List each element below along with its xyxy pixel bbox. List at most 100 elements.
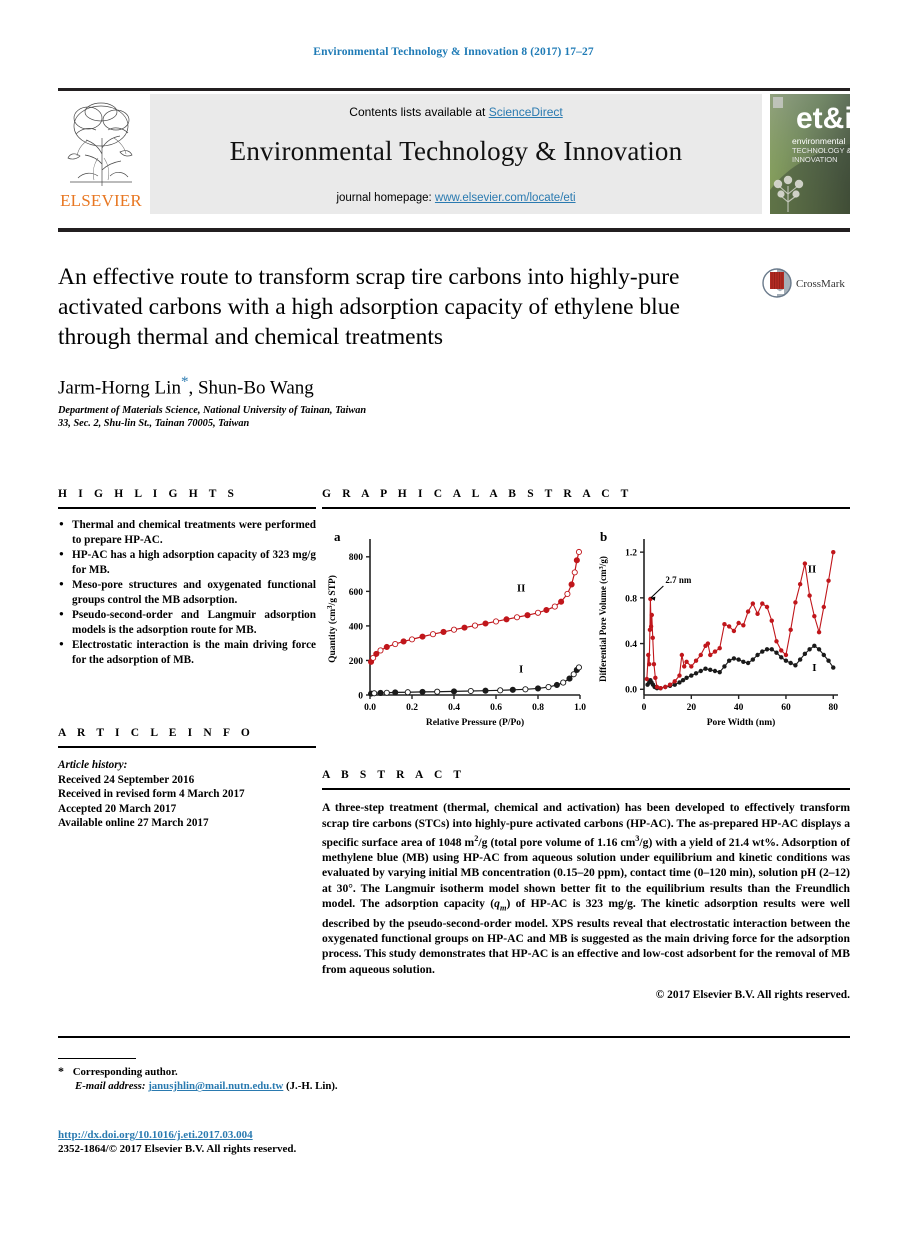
issn-copyright-line: 2352-1864/© 2017 Elsevier B.V. All right… (58, 1143, 297, 1155)
svg-text:0.0: 0.0 (625, 686, 637, 696)
abstract-rule (322, 788, 850, 791)
masthead-bottom-rule (58, 228, 850, 232)
abstract-heading: A B S T R A C T (322, 769, 466, 782)
email-link[interactable]: janusjhlin@mail.nutn.edu.tw (148, 1080, 283, 1092)
chart-panel-a: 0 200 400 600 800 0.0 0.2 0.4 0.6 0.8 1.0 II I Relati… (322, 519, 590, 742)
left-column: H I G H L I G H T S Thermal and chemical… (58, 488, 316, 831)
article-info-heading: A R T I C L E I N F O (58, 727, 254, 740)
svg-text:60: 60 (781, 703, 791, 713)
list-item: Meso-pore structures and oxygenated func… (58, 577, 316, 607)
svg-text:TECHNOLOGY &: TECHNOLOGY & (792, 146, 850, 155)
svg-text:Relative Pressure (P/Po): Relative Pressure (P/Po) (426, 717, 524, 728)
abstract-text: A three-step treatment (thermal, chemica… (322, 801, 850, 976)
svg-text:2.7 nm: 2.7 nm (665, 575, 692, 585)
abstract-section: A B S T R A C T A three-step treatment (… (322, 769, 850, 1001)
list-item: Pseudo-second-order and Langmuir adsorpt… (58, 607, 316, 637)
author-primary: Jarm-Horng Lin (58, 377, 181, 399)
masthead-top-rule (58, 88, 850, 91)
article-first-page: Environmental Technology & Innovation 8 … (0, 0, 907, 1238)
footer-rule (58, 1036, 850, 1039)
svg-text:a: a (334, 529, 341, 544)
homepage-line: journal homepage: www.elsevier.com/locat… (150, 192, 762, 204)
list-item: HP-AC has a high adsorption capacity of … (58, 547, 316, 577)
author-list: Jarm-Horng Lin*, Shun-Bo Wang (58, 374, 758, 399)
svg-text:0.4: 0.4 (625, 640, 637, 650)
svg-text:80: 80 (829, 703, 839, 713)
svg-text:et&i: et&i (796, 102, 850, 135)
svg-text:40: 40 (734, 703, 744, 713)
svg-text:0.8: 0.8 (625, 594, 637, 604)
elsevier-tree-icon (58, 94, 144, 190)
svg-text:Pore Width (nm): Pore Width (nm) (707, 717, 776, 728)
highlights-heading: H I G H L I G H T S (58, 488, 239, 500)
graphical-abstract-heading: G R A P H I C A L A B S T R A C T (322, 488, 633, 500)
affiliation-line-1: Department of Materials Science, Nationa… (58, 405, 367, 417)
homepage-prefix: journal homepage: (336, 192, 435, 204)
list-item: Electrostatic interaction is the main dr… (58, 637, 316, 667)
doi-link[interactable]: http://dx.doi.org/10.1016/j.eti.2017.03.… (58, 1129, 253, 1141)
svg-text:INNOVATION: INNOVATION (792, 155, 838, 164)
footnote-rule (58, 1058, 136, 1060)
article-info-rule (58, 746, 316, 749)
svg-text:Quantity (cm3/g STP): Quantity (cm3/g STP) (327, 575, 339, 663)
article-history-label: Article history: (58, 759, 128, 772)
contents-prefix: Contents lists available at (349, 105, 489, 119)
right-column: G R A P H I C A L A B S T R A C T 0 200 40… (322, 488, 850, 1001)
footnote-corresponding: * Corresponding author. (58, 1064, 558, 1079)
elsevier-logo: ELSEVIER (58, 94, 144, 216)
journal-homepage-link[interactable]: www.elsevier.com/locate/eti (435, 192, 576, 204)
highlights-rule (58, 507, 316, 510)
svg-text:0.2: 0.2 (406, 703, 418, 713)
svg-text:0.6: 0.6 (490, 703, 502, 713)
affiliation-line-2: 33, Sec. 2, Shu-lin St., Tainan 70005, T… (58, 418, 250, 430)
crossmark-icon (762, 268, 792, 298)
crossmark-badge[interactable]: CrossMark (762, 268, 848, 302)
svg-text:800: 800 (349, 553, 364, 563)
history-online: Available online 27 March 2017 (58, 817, 209, 830)
doi-block: http://dx.doi.org/10.1016/j.eti.2017.03.… (58, 1128, 296, 1156)
contents-line: Contents lists available at ScienceDirec… (150, 94, 762, 119)
svg-text:20: 20 (687, 703, 697, 713)
corresponding-author-footnote: * Corresponding author. E-mail address: … (58, 1058, 558, 1093)
svg-text:400: 400 (349, 622, 364, 632)
svg-text:0.8: 0.8 (532, 703, 544, 713)
highlights-list: Thermal and chemical treatments were per… (58, 517, 316, 667)
sciencedirect-link[interactable]: ScienceDirect (489, 105, 563, 119)
footnote-email-row: E-mail address: janusjhlin@mail.nutn.edu… (58, 1079, 558, 1093)
history-accepted: Accepted 20 March 2017 (58, 802, 177, 815)
article-info-section: A R T I C L E I N F O Article history: R… (58, 727, 316, 831)
svg-text:II: II (808, 564, 817, 576)
svg-text:0.0: 0.0 (364, 703, 376, 713)
svg-text:I: I (812, 662, 816, 674)
email-label: E-mail address: (75, 1080, 146, 1093)
svg-text:b: b (600, 529, 607, 544)
footnote-corresponding-text: Corresponding author. (72, 1066, 178, 1079)
email-attribution: (J.-H. Lin). (286, 1080, 338, 1093)
title-block: An effective route to transform scrap ti… (58, 262, 758, 430)
graphical-abstract-rule (322, 507, 850, 510)
svg-text:0.4: 0.4 (448, 703, 460, 713)
svg-text:1.2: 1.2 (625, 549, 637, 559)
list-item: Thermal and chemical treatments were per… (58, 517, 316, 547)
article-history: Article history: Received 24 September 2… (58, 758, 316, 831)
svg-text:II: II (517, 583, 526, 595)
svg-text:environmental: environmental (792, 136, 846, 146)
history-revised: Received in revised form 4 March 2017 (58, 788, 245, 801)
elsevier-wordmark: ELSEVIER (60, 191, 142, 210)
svg-text:I: I (519, 664, 523, 676)
svg-text:200: 200 (349, 657, 364, 667)
history-received: Received 24 September 2016 (58, 773, 195, 786)
journal-masthead: ELSEVIER Contents lists available at Sci… (58, 92, 850, 218)
crossmark-label: CrossMark (796, 278, 845, 290)
journal-cover-thumbnail: et&i environmental TECHNOLOGY & INNOVATI… (770, 94, 850, 214)
page-title: An effective route to transform scrap ti… (58, 264, 680, 350)
svg-text:1.0: 1.0 (574, 703, 586, 713)
graphical-abstract-figure: 0 200 400 600 800 0.0 0.2 0.4 0.6 0.8 1.0 II I Relati… (322, 519, 850, 742)
svg-text:0: 0 (642, 703, 647, 713)
author-secondary: , Shun-Bo Wang (188, 377, 314, 399)
svg-text:Differential Pore Volume (cm3/: Differential Pore Volume (cm3/g) (598, 556, 609, 682)
journal-title: Environmental Technology & Innovation (229, 136, 683, 166)
footnote-star: * (58, 1064, 64, 1079)
journal-band: Contents lists available at ScienceDirec… (150, 94, 762, 214)
chart-panel-b: 0.0 0.4 0.8 1.2 0 20 40 60 80 2.7 nm II I Pore Width… (592, 519, 850, 742)
